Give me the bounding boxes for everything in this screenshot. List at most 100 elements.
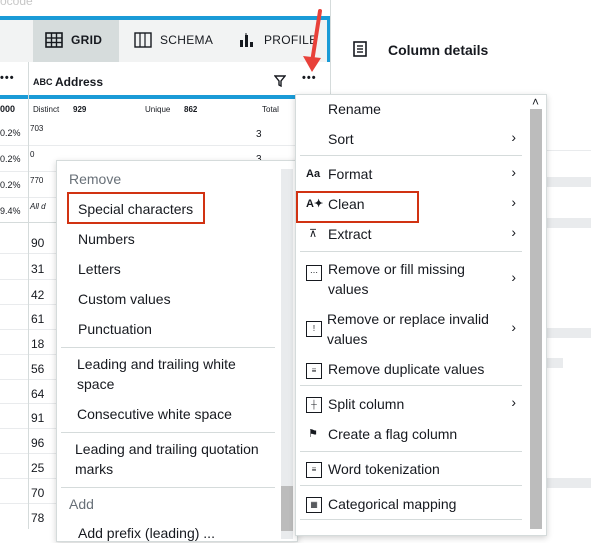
table-cell: 70 bbox=[31, 486, 45, 500]
invalid-values-icon: ! bbox=[306, 321, 322, 337]
menu-separator bbox=[300, 451, 522, 452]
special-characters-highlight bbox=[67, 192, 205, 224]
menu-separator bbox=[300, 155, 522, 156]
menu-scroll-thumb[interactable] bbox=[530, 109, 542, 529]
column-divider bbox=[28, 62, 29, 529]
leading-trailing-quotation-item-line2[interactable]: marks bbox=[75, 459, 113, 479]
schema-icon bbox=[134, 32, 152, 48]
remove-replace-invalid-item[interactable]: Remove or replace invalid bbox=[327, 309, 489, 329]
letters-item[interactable]: Letters bbox=[78, 259, 121, 279]
grid-icon bbox=[45, 32, 63, 48]
sort-item[interactable]: Sort bbox=[328, 129, 354, 149]
selected-column-top-border bbox=[0, 16, 330, 20]
create-flag-column-item[interactable]: Create a flag column bbox=[328, 424, 457, 444]
placeholder-bar bbox=[545, 328, 591, 338]
categorical-mapping-icon: ▦ bbox=[306, 497, 322, 513]
scroll-up-icon[interactable]: ˄ bbox=[532, 95, 539, 109]
missing-chevron-icon: › bbox=[511, 269, 516, 285]
left-stat-5: 9.4% bbox=[0, 206, 21, 216]
view-tab-bar: GRID SCHEMA PROFILE bbox=[0, 18, 330, 63]
top-value-1-count: 3 bbox=[256, 129, 262, 140]
remove-duplicates-item[interactable]: Remove duplicate values bbox=[328, 359, 484, 379]
tab-grid-label: GRID bbox=[71, 33, 103, 47]
left-column-more-button[interactable]: ••• bbox=[0, 72, 15, 84]
invalid-chevron-icon: › bbox=[511, 319, 516, 335]
clean-chevron-icon: › bbox=[511, 194, 516, 210]
duplicate-icon: ≡ bbox=[306, 363, 322, 379]
table-cell: 25 bbox=[31, 461, 45, 475]
column-quality-bar bbox=[0, 95, 298, 99]
placeholder-bar bbox=[545, 218, 591, 228]
filter-icon[interactable] bbox=[274, 75, 286, 87]
format-chevron-icon: › bbox=[511, 164, 516, 180]
add-heading: Add bbox=[69, 496, 94, 512]
tab-grid[interactable]: GRID bbox=[33, 18, 119, 62]
leading-trailing-quotation-item[interactable]: Leading and trailing quotation bbox=[75, 439, 259, 459]
remove-fill-missing-item-line2[interactable]: values bbox=[328, 279, 368, 299]
leading-trailing-whitespace-item-line2[interactable]: space bbox=[77, 374, 114, 394]
leading-trailing-whitespace-item[interactable]: Leading and trailing white bbox=[77, 354, 236, 374]
extract-icon: ⊼ bbox=[308, 228, 318, 240]
submenu-scroll-thumb[interactable] bbox=[281, 486, 293, 531]
all-values-link[interactable]: All d bbox=[30, 202, 46, 211]
custom-values-item[interactable]: Custom values bbox=[78, 289, 171, 309]
table-cell: 91 bbox=[31, 411, 45, 425]
row-divider bbox=[0, 145, 298, 146]
menu-separator bbox=[61, 432, 275, 433]
unique-label: Unique bbox=[145, 105, 171, 114]
column-details-title: Column details bbox=[388, 42, 489, 58]
panel-divider-line bbox=[545, 150, 591, 151]
menu-separator bbox=[300, 519, 522, 520]
consecutive-whitespace-item[interactable]: Consecutive white space bbox=[77, 404, 232, 424]
remove-replace-invalid-item-line2[interactable]: values bbox=[327, 329, 367, 349]
submenu-scrollbar[interactable] bbox=[281, 169, 293, 539]
menu-separator bbox=[300, 251, 522, 252]
word-tokenization-item[interactable]: Word tokenization bbox=[328, 459, 440, 479]
table-cell: 78 bbox=[31, 511, 45, 525]
sort-chevron-icon: › bbox=[511, 129, 516, 145]
column-name: Address bbox=[55, 75, 104, 89]
add-prefix-item[interactable]: Add prefix (leading) ... bbox=[78, 523, 215, 543]
tab-schema-label: SCHEMA bbox=[160, 33, 214, 47]
placeholder-bar bbox=[545, 358, 563, 368]
format-icon: Aa bbox=[306, 168, 321, 180]
profile-icon bbox=[240, 33, 253, 47]
pointer-arrow-icon bbox=[303, 9, 322, 72]
placeholder-bar bbox=[545, 478, 591, 488]
top-value-1: 703 bbox=[30, 124, 44, 133]
missing-values-icon: ⋯ bbox=[306, 265, 322, 281]
rename-item[interactable]: Rename bbox=[328, 99, 381, 119]
format-item[interactable]: Format bbox=[328, 164, 372, 184]
extract-chevron-icon: › bbox=[511, 224, 516, 240]
table-cell: 42 bbox=[31, 288, 45, 302]
table-cell: 31 bbox=[31, 262, 45, 276]
numbers-item[interactable]: Numbers bbox=[78, 229, 135, 249]
categorical-mapping-item[interactable]: Categorical mapping bbox=[328, 494, 456, 514]
menu-separator bbox=[300, 385, 522, 386]
table-cell: 64 bbox=[31, 387, 45, 401]
string-type-badge: ABC bbox=[33, 77, 53, 87]
split-chevron-icon: › bbox=[511, 394, 516, 410]
top-value-3: 770 bbox=[30, 176, 44, 185]
word-tokenization-icon: ≡ bbox=[306, 462, 322, 478]
extract-item[interactable]: Extract bbox=[328, 224, 372, 244]
table-cell: 96 bbox=[31, 436, 45, 450]
top-value-2: 0 bbox=[30, 150, 35, 159]
remove-fill-missing-item[interactable]: Remove or fill missing bbox=[328, 259, 465, 279]
menu-separator bbox=[300, 485, 522, 486]
left-stat-2: 0.2% bbox=[0, 128, 21, 138]
table-cell: 18 bbox=[31, 337, 45, 351]
unique-value: 862 bbox=[184, 105, 198, 114]
table-cell: 56 bbox=[31, 362, 45, 376]
left-stat-3: 0.2% bbox=[0, 154, 21, 164]
split-column-item[interactable]: Split column bbox=[328, 394, 404, 414]
menu-separator bbox=[61, 347, 275, 348]
punctuation-item[interactable]: Punctuation bbox=[78, 319, 152, 339]
table-cell: 90 bbox=[31, 236, 45, 250]
placeholder-bar bbox=[545, 177, 591, 187]
tab-schema[interactable]: SCHEMA bbox=[134, 18, 213, 62]
table-cell: 61 bbox=[31, 312, 45, 326]
details-icon bbox=[353, 41, 367, 57]
column-actions-menu: Rename Sort › Aa Format › A✦ Clean › ⊼ E… bbox=[295, 94, 547, 536]
clean-item-highlight bbox=[296, 191, 419, 223]
